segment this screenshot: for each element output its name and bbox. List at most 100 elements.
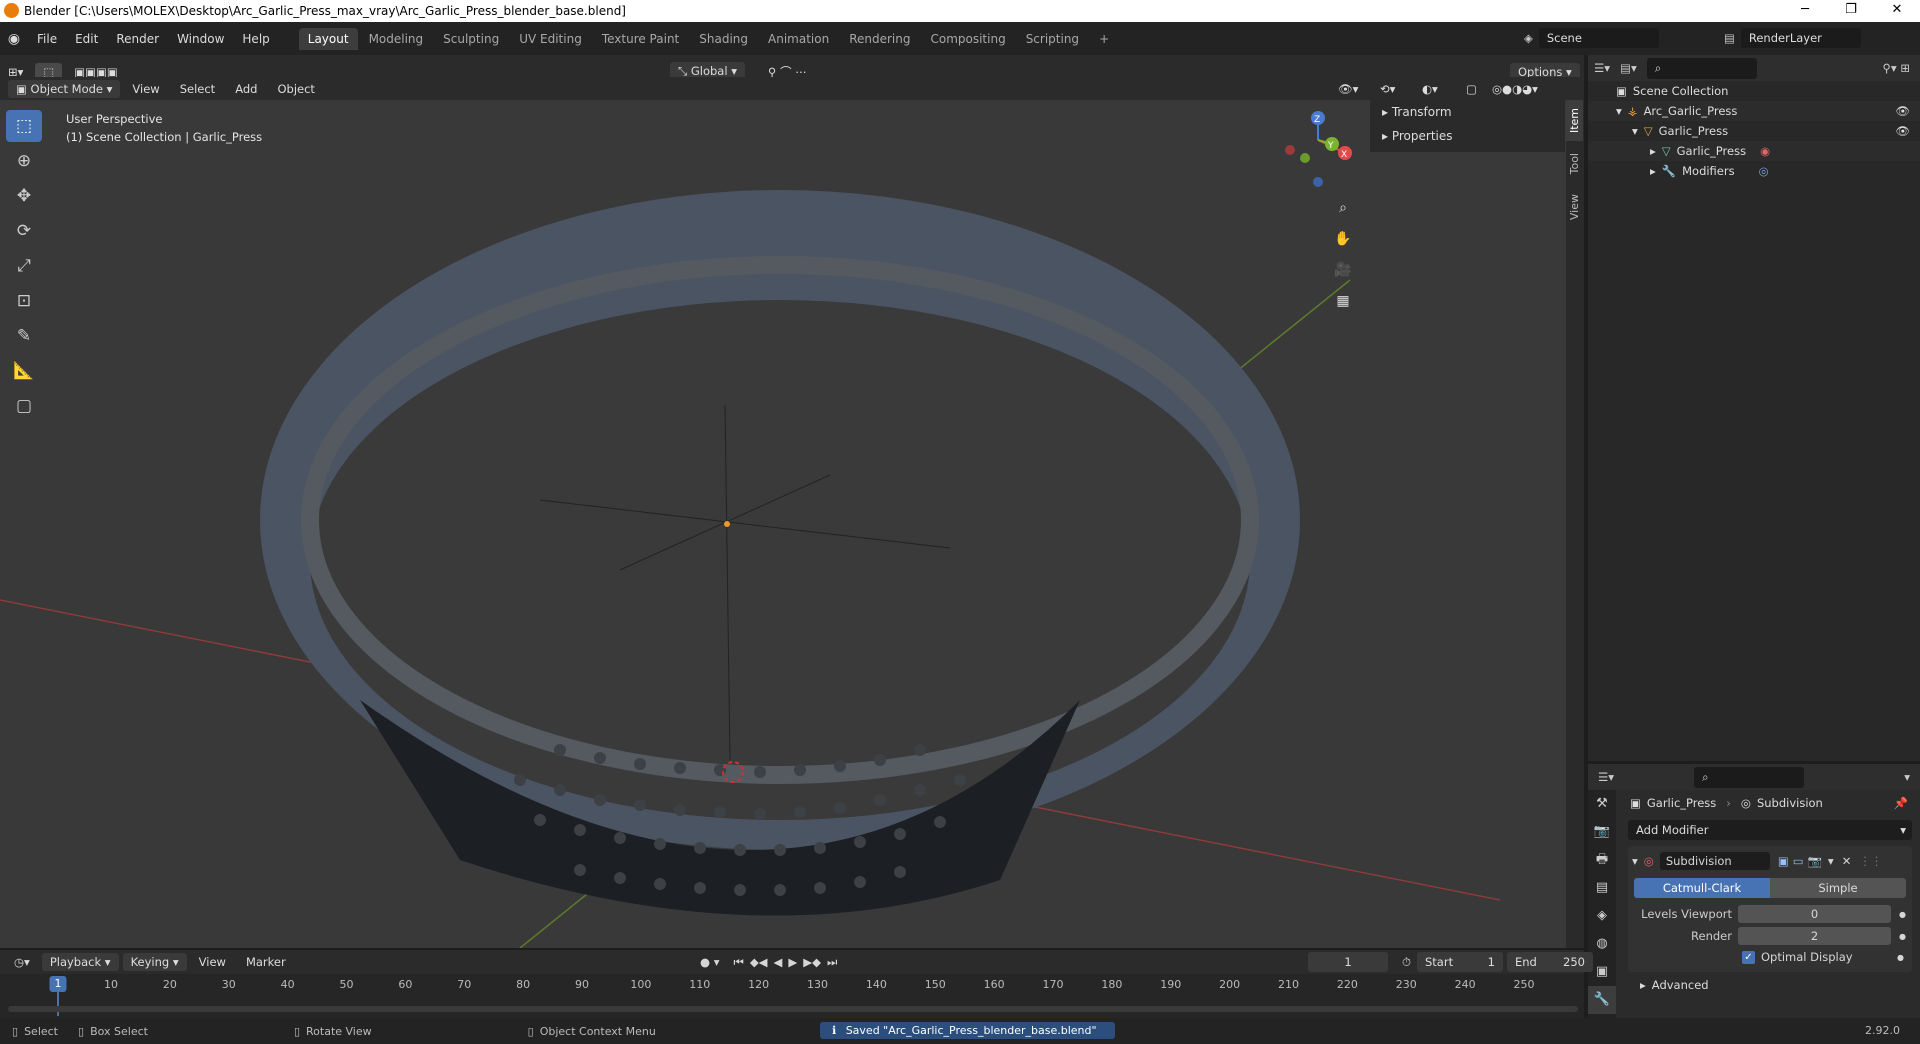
playback-menu[interactable]: Playback ▾ (41, 953, 119, 971)
tool-tab-icon[interactable]: ⚒ (1588, 790, 1616, 818)
filter-icon[interactable]: ⚲▾ ⊞ (1883, 61, 1911, 75)
remove-modifier-icon[interactable]: ✕ (1842, 854, 1852, 868)
timeline-editor-icon[interactable]: ◷▾ (6, 953, 38, 971)
scene-selector[interactable]: ◈ Scene (1524, 27, 1659, 49)
play-reverse-icon[interactable]: ◀ (774, 955, 783, 969)
view-layer-tab-icon[interactable]: ▤ (1588, 874, 1616, 902)
viewport-menu-select[interactable]: Select (172, 80, 223, 98)
play-icon[interactable]: ▶ (788, 955, 797, 969)
keyframe-dot-icon[interactable]: ● (1899, 932, 1906, 941)
optimal-display-row[interactable]: ✓ Optimal Display ● (1632, 946, 1908, 968)
tab-layout[interactable]: Layout (298, 27, 358, 50)
end-frame-field[interactable]: End 250 (1506, 952, 1593, 972)
visibility-eye-icon[interactable]: 👁 (1895, 104, 1910, 118)
modifier-tab-icon[interactable]: 🔧 (1588, 986, 1616, 1014)
scale-tool-icon[interactable]: ⤢ (6, 250, 42, 282)
edit-mode-toggle-icon[interactable]: ▣ (1778, 854, 1789, 868)
render-levels-field[interactable]: 2 (1738, 927, 1892, 945)
viewport-menu-object[interactable]: Object (269, 80, 322, 98)
outliner-item-mesh-data[interactable]: ▸ ▽ Garlic_Press ◉ (1588, 141, 1920, 161)
expand-arrow-icon[interactable]: ▾ (1632, 124, 1638, 138)
tab-texture-paint[interactable]: Texture Paint (593, 28, 688, 50)
menu-help[interactable]: Help (233, 32, 278, 46)
scene-name-field[interactable]: Scene (1538, 28, 1659, 48)
current-frame-field[interactable]: 1 (1308, 952, 1388, 972)
shading-modes-icon[interactable]: ◎●◑◕▾ (1484, 80, 1546, 98)
zoom-icon[interactable]: ⌕ (1330, 195, 1356, 221)
tab-sculpting[interactable]: Sculpting (434, 28, 508, 50)
properties-editor-icon[interactable]: ☰▾ (1598, 770, 1614, 784)
pin-icon[interactable]: 📌 (1894, 796, 1908, 810)
menu-edit[interactable]: Edit (66, 32, 107, 46)
transform-tool-icon[interactable]: ⊡ (6, 285, 42, 317)
outliner-scene-collection[interactable]: ▣ Scene Collection (1588, 81, 1920, 101)
rotate-tool-icon[interactable]: ⟳ (6, 215, 42, 247)
3d-viewport[interactable]: Z X Y ⬚ ⊕ ✥ ⟳ ⤢ ⊡ ✎ 📐 ▢ User Perspective… (0, 100, 1584, 948)
properties-search-input[interactable]: ⌕ (1694, 766, 1805, 788)
start-frame-field[interactable]: Start 1 (1416, 952, 1503, 972)
expand-arrow-icon[interactable]: ▸ (1650, 164, 1656, 178)
material-icon[interactable]: ◉ (1760, 144, 1770, 158)
pan-hand-icon[interactable]: ✋ (1330, 226, 1356, 252)
timeline-menu-marker[interactable]: Marker (238, 953, 294, 971)
outliner-item-garlic-press[interactable]: ▾ ▽ Garlic_Press 👁 (1588, 121, 1920, 141)
subdivision-modifier-icon[interactable]: ◎ (1759, 164, 1769, 178)
add-modifier-dropdown[interactable]: Add Modifier ▾ (1628, 820, 1912, 840)
view-layer-field[interactable]: RenderLayer (1740, 28, 1861, 48)
timeline-menu-view[interactable]: View (191, 953, 234, 971)
measure-tool-icon[interactable]: 📐 (6, 355, 42, 387)
tab-tool[interactable]: Tool (1566, 145, 1583, 182)
scene-tab-icon[interactable]: ◈ (1588, 902, 1616, 930)
stopwatch-icon[interactable]: ⏱ (1402, 955, 1411, 970)
gizmo-neg-y[interactable] (1300, 153, 1310, 163)
outliner-item-arc-garlic-press[interactable]: ▾ ⚶ Arc_Garlic_Press 👁 (1588, 101, 1920, 121)
tab-item[interactable]: Item (1566, 100, 1583, 142)
auto-keying-icon[interactable]: ● ▾ (700, 955, 719, 969)
render-tab-icon[interactable]: 📷 (1588, 818, 1616, 846)
maximize-button[interactable]: ❐ (1828, 0, 1874, 22)
jump-start-icon[interactable]: ⏮ (733, 955, 743, 970)
modifier-name-field[interactable]: Subdivision (1659, 852, 1770, 870)
optimal-display-checkbox[interactable]: ✓ (1742, 950, 1755, 964)
viewport-menu-view[interactable]: View (124, 80, 167, 98)
visibility-icon[interactable]: 👁▾ (1330, 80, 1366, 98)
keyframe-dot-icon[interactable]: ● (1897, 953, 1904, 962)
timeline[interactable]: 1102030405060708090100110120130140150160… (0, 974, 1584, 1018)
blender-menu-icon[interactable]: ◉ (0, 31, 28, 47)
tab-modeling[interactable]: Modeling (360, 28, 433, 50)
collapse-arrow-icon[interactable]: ▾ (1632, 854, 1638, 868)
keying-menu[interactable]: Keying ▾ (122, 953, 187, 971)
tab-compositing[interactable]: Compositing (921, 28, 1014, 50)
viewport-menu-add[interactable]: Add (227, 80, 265, 98)
outliner-item-modifiers[interactable]: ▸ 🔧 Modifiers ◎ (1588, 161, 1920, 181)
expand-arrow-icon[interactable]: ▸ (1650, 144, 1656, 158)
visibility-eye-icon[interactable]: 👁 (1895, 124, 1910, 138)
modifier-menu-icon[interactable]: ▾ (1828, 854, 1834, 868)
view-layer-selector[interactable]: ▤ RenderLayer (1724, 27, 1861, 49)
simple-button[interactable]: Simple (1770, 878, 1906, 898)
tab-shading[interactable]: Shading (690, 28, 757, 50)
catmull-clark-button[interactable]: Catmull-Clark (1634, 878, 1770, 898)
tab-animation[interactable]: Animation (759, 28, 838, 50)
timeline-scrollbar[interactable] (8, 1006, 1578, 1012)
jump-end-icon[interactable]: ⏭ (827, 955, 837, 970)
advanced-panel-header[interactable]: ▸ Advanced (1620, 972, 1918, 998)
add-cube-tool-icon[interactable]: ▢ (6, 390, 42, 422)
keyframe-dot-icon[interactable]: ● (1899, 910, 1906, 919)
gizmo-neg-z[interactable] (1313, 177, 1323, 187)
render-toggle-icon[interactable]: 📷 (1808, 854, 1822, 868)
menu-window[interactable]: Window (168, 32, 233, 46)
ortho-grid-icon[interactable]: ▦ (1330, 288, 1356, 314)
minimize-button[interactable]: ─ (1782, 0, 1828, 22)
tab-rendering[interactable]: Rendering (840, 28, 919, 50)
collapse-icon[interactable]: ▾ (1904, 770, 1910, 784)
tab-uv-editing[interactable]: UV Editing (510, 28, 591, 50)
object-mode-dropdown[interactable]: ▣ Object Mode ▾ (8, 80, 121, 98)
prev-keyframe-icon[interactable]: ◆◀ (750, 955, 768, 969)
xray-icon[interactable]: ▢ (1458, 80, 1485, 98)
gizmo-neg-x[interactable] (1285, 145, 1295, 155)
outliner-search-input[interactable]: ⌕ (1646, 57, 1757, 79)
move-tool-icon[interactable]: ✥ (6, 180, 42, 212)
camera-view-icon[interactable]: 🎥 (1330, 257, 1356, 283)
menu-file[interactable]: File (28, 32, 66, 46)
